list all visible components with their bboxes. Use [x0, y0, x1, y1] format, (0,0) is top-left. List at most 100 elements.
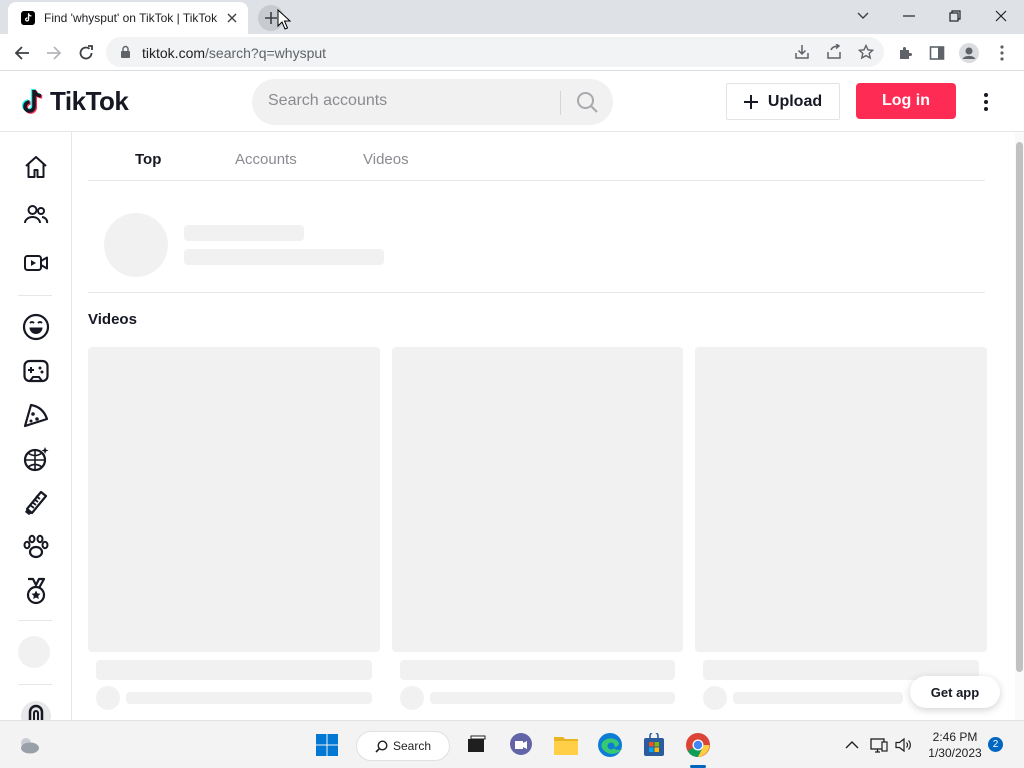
forward-button[interactable]: [40, 39, 68, 67]
gaming-icon: [23, 359, 49, 383]
paw-icon: [23, 534, 49, 559]
close-window-button[interactable]: [978, 0, 1024, 32]
search-box: [252, 79, 613, 125]
sidebar-item-sports[interactable]: [18, 573, 54, 609]
sidebar-item-food[interactable]: [18, 397, 54, 433]
plus-icon: [743, 91, 758, 113]
clock-time: 2:46 PM: [932, 730, 978, 744]
restore-button[interactable]: [932, 0, 978, 32]
back-button[interactable]: [8, 39, 36, 67]
tab-videos[interactable]: Videos: [363, 151, 409, 168]
chrome-button[interactable]: [683, 730, 713, 760]
video-author-avatar-skeleton: [400, 686, 424, 710]
arrow-left-icon: [14, 46, 29, 60]
page-scrollbar[interactable]: [1015, 132, 1024, 720]
taskbar-search[interactable]: Search: [356, 731, 450, 761]
tab-search-button[interactable]: [840, 0, 886, 32]
side-panel-button[interactable]: [923, 39, 951, 67]
following-icon: [24, 205, 49, 224]
sidebar-item-account[interactable]: [18, 698, 54, 720]
folder-icon: [554, 737, 578, 755]
video-author-skeleton: [733, 692, 903, 704]
install-app-icon[interactable]: [794, 44, 810, 60]
scrollbar-thumb[interactable]: [1016, 142, 1023, 672]
home-icon: [25, 156, 47, 178]
video-card-skeleton: [392, 347, 683, 652]
tiktok-favicon-icon: [20, 10, 36, 26]
chevron-down-icon: [857, 12, 869, 19]
bookmark-star-icon[interactable]: [858, 44, 874, 60]
minimize-button[interactable]: [886, 0, 932, 32]
login-button[interactable]: Log in: [856, 83, 956, 119]
live-icon: [24, 255, 48, 271]
sidebar-item-gaming[interactable]: [18, 353, 54, 389]
get-app-button[interactable]: Get app: [910, 676, 1000, 708]
tab-top[interactable]: Top: [135, 151, 161, 168]
sidebar-divider: [18, 620, 52, 621]
search-icon: [375, 739, 388, 753]
taskbar-clock[interactable]: 2:46 PM 1/30/2023: [920, 729, 990, 761]
widgets-button[interactable]: [14, 730, 44, 760]
sidebar-item-animals[interactable]: [18, 529, 54, 565]
search-button[interactable]: [561, 79, 613, 125]
tiktok-note-icon: [22, 87, 43, 114]
start-button[interactable]: [312, 730, 342, 760]
tiktok-logo-text: TikTok: [50, 86, 129, 116]
sidebar-item-live[interactable]: [18, 245, 54, 281]
puzzle-icon: [900, 47, 912, 59]
notification-badge[interactable]: 2: [988, 737, 1003, 752]
upload-button[interactable]: Upload: [726, 83, 840, 120]
teams-chat-button[interactable]: [506, 730, 536, 760]
share-icon[interactable]: [826, 44, 842, 60]
video-caption-skeleton: [96, 660, 372, 680]
account-avatar-icon: [21, 701, 51, 720]
sidebar: [0, 132, 72, 720]
close-icon: [995, 10, 1007, 22]
chrome-icon: [686, 733, 710, 757]
volume-button[interactable]: [889, 730, 919, 760]
edge-button[interactable]: [595, 730, 625, 760]
url-text: tiktok.com/search?q=whysput: [142, 45, 326, 61]
tiktok-logo[interactable]: TikTok: [20, 86, 129, 117]
address-bar[interactable]: tiktok.com/search?q=whysput: [106, 37, 884, 67]
sidebar-item-home[interactable]: [18, 149, 54, 185]
chrome-menu-button[interactable]: [988, 39, 1016, 67]
show-hidden-icons-button[interactable]: [837, 730, 867, 760]
avatar-icon: [959, 43, 979, 63]
sidebar-divider: [18, 295, 52, 296]
dance-icon: [23, 447, 49, 472]
chevron-up-icon: [845, 741, 859, 749]
task-view-icon: [468, 735, 486, 752]
account-desc-skeleton: [184, 249, 384, 265]
video-card-skeleton: [88, 347, 380, 652]
url-path: /search?q=whysput: [205, 45, 327, 61]
store-button[interactable]: [639, 730, 669, 760]
video-author-avatar-skeleton: [96, 686, 120, 710]
taskbar-search-label: Search: [393, 739, 432, 753]
tab-accounts[interactable]: Accounts: [235, 151, 297, 168]
minimize-icon: [903, 15, 915, 17]
search-results-tabs: Top Accounts Videos: [88, 132, 985, 181]
sidebar-item-following[interactable]: [18, 197, 54, 233]
windows-taskbar: Search 2:46 PM 1/30/2023 2: [0, 720, 1024, 768]
task-view-button[interactable]: [461, 730, 491, 760]
tiktok-header: TikTok Upload Log in: [0, 72, 1024, 132]
side-panel-icon: [929, 46, 945, 60]
sidebar-divider: [18, 684, 52, 685]
profile-button[interactable]: [955, 39, 983, 67]
mouse-cursor-icon: [277, 9, 291, 30]
tab-close-icon[interactable]: [224, 10, 240, 26]
extensions-button[interactable]: [891, 39, 919, 67]
reload-button[interactable]: [72, 39, 100, 67]
sidebar-item-comedy[interactable]: [18, 309, 54, 345]
sidebar-item-dance[interactable]: [18, 441, 54, 477]
food-icon: [23, 403, 49, 428]
more-options-button[interactable]: [974, 90, 998, 114]
file-explorer-button[interactable]: [551, 730, 581, 760]
video-author-avatar-skeleton: [703, 686, 727, 710]
video-author-skeleton: [126, 692, 372, 704]
medal-icon: [26, 577, 46, 605]
sidebar-item-beauty[interactable]: [18, 485, 54, 521]
browser-tab[interactable]: Find 'whysput' on TikTok | TikTok: [8, 2, 248, 34]
search-input[interactable]: [268, 92, 548, 110]
